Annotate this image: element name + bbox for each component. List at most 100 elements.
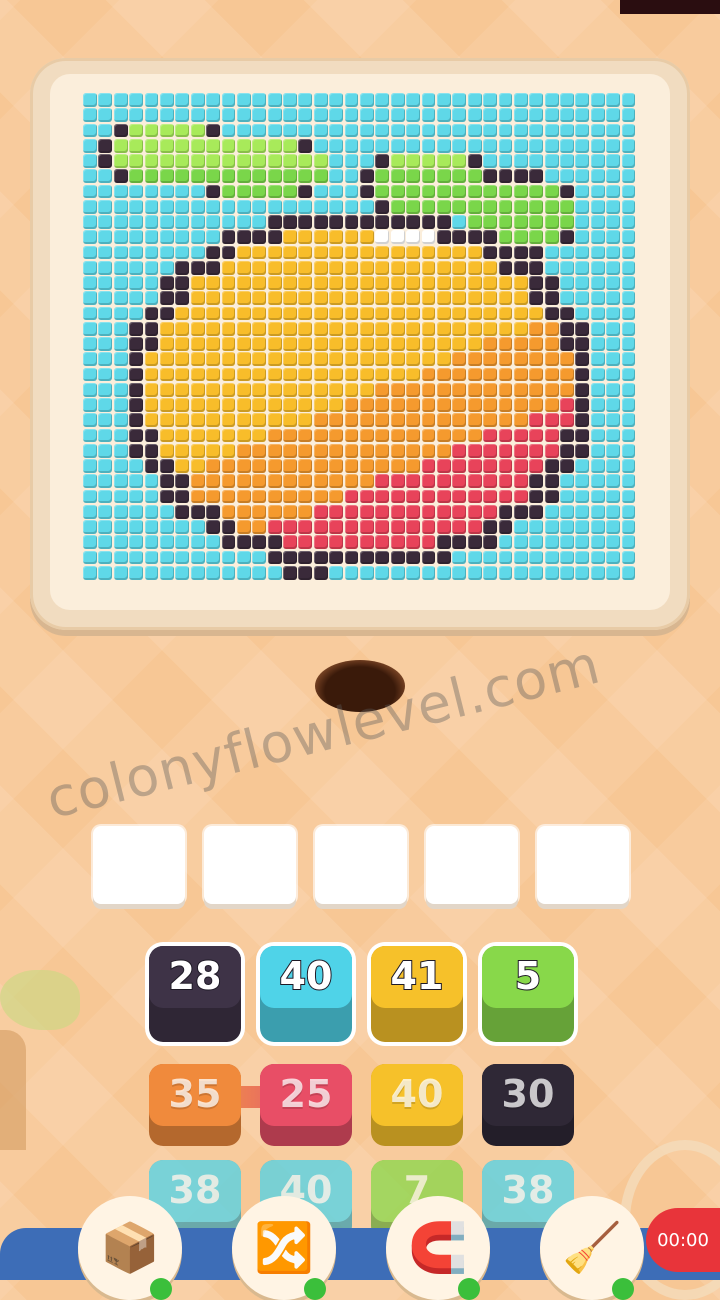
pixel-cell — [529, 169, 544, 183]
slot-4[interactable] — [426, 826, 518, 904]
pixel-cell — [236, 169, 251, 183]
pixel-cell — [83, 520, 97, 534]
screen-recorder-timer[interactable]: 00:00 — [646, 1208, 720, 1272]
pixel-cell — [267, 215, 282, 229]
pixel-cell — [313, 93, 328, 107]
pixel-cell — [236, 138, 251, 153]
pixel-cell — [467, 306, 482, 321]
pixel-cell — [360, 138, 374, 153]
pixel-cell — [390, 382, 405, 397]
slot-2[interactable] — [204, 826, 296, 904]
pixel-cell — [267, 230, 282, 244]
pixel-cell — [406, 199, 421, 214]
pixel-cell — [529, 230, 544, 244]
block-count: 28 — [168, 953, 223, 999]
pixel-cell — [483, 276, 497, 290]
pixel-cell — [344, 504, 359, 519]
pixel-cell — [221, 398, 236, 412]
pixel-cell — [544, 108, 559, 122]
pixel-cell — [390, 199, 405, 214]
pixel-cell — [606, 138, 621, 153]
add-slot-button[interactable]: 📦 — [78, 1196, 182, 1300]
pixel-cell — [421, 550, 436, 565]
magnet-button[interactable]: 🧲 — [386, 1196, 490, 1300]
pixel-cell — [283, 565, 297, 580]
pixel-cell — [360, 459, 374, 473]
pixel-cell — [83, 321, 97, 336]
pixel-cell — [113, 535, 128, 549]
pixel-cell — [113, 123, 128, 138]
pixel-cell — [498, 184, 513, 199]
pixel-cell — [283, 169, 297, 183]
pixel-cell — [298, 443, 313, 458]
pixel-cell — [406, 306, 421, 321]
pixel-cell — [452, 520, 467, 534]
slot-5[interactable] — [537, 826, 629, 904]
pixel-cell — [344, 93, 359, 107]
pixel-cell — [298, 352, 313, 366]
pixel-cell — [98, 504, 113, 519]
color-block[interactable]: 41 — [371, 946, 463, 1042]
pixel-cell — [344, 489, 359, 504]
pixel-cell — [529, 245, 544, 260]
pixel-cell — [360, 550, 374, 565]
pixel-cell — [390, 550, 405, 565]
shuffle-button[interactable]: 🔀 — [232, 1196, 336, 1300]
pixel-cell — [113, 321, 128, 336]
pixel-cell — [236, 306, 251, 321]
pixel-cell — [83, 565, 97, 580]
color-block[interactable]: 40 — [260, 946, 352, 1042]
pixel-cell — [175, 520, 190, 534]
pixel-cell — [483, 337, 497, 351]
color-block[interactable]: 5 — [482, 946, 574, 1042]
pixel-cell — [98, 215, 113, 229]
pixel-cell — [621, 123, 636, 138]
pixel-cell — [513, 93, 528, 107]
pixel-cell — [298, 535, 313, 549]
pixel-cell — [421, 138, 436, 153]
pixel-cell — [221, 413, 236, 427]
pixel-cell — [498, 215, 513, 229]
pixel-cell — [298, 306, 313, 321]
pixel-cell — [190, 459, 205, 473]
pixel-cell — [529, 398, 544, 412]
pixel-cell — [560, 428, 574, 443]
block-count: 25 — [279, 1072, 333, 1116]
pixel-cell — [129, 443, 144, 458]
pixel-cell — [206, 154, 220, 168]
pixel-cell — [560, 489, 574, 504]
pixel-cell — [175, 337, 190, 351]
pixel-cell — [544, 276, 559, 290]
pixel-cell — [467, 337, 482, 351]
color-block[interactable]: 28 — [149, 946, 241, 1042]
pixel-cell — [529, 550, 544, 565]
pixel-cell — [329, 108, 344, 122]
pixel-cell — [344, 443, 359, 458]
pixel-cell — [390, 489, 405, 504]
pixel-cell — [621, 352, 636, 366]
pixel-cell — [283, 154, 297, 168]
pixel-cell — [159, 169, 174, 183]
pixel-cell — [390, 93, 405, 107]
pixel-cell — [606, 260, 621, 275]
pixel-cell — [206, 169, 220, 183]
pixel-cell — [144, 428, 159, 443]
pixel-cell — [159, 489, 174, 504]
pixel-cell — [544, 184, 559, 199]
pixel-cell — [344, 245, 359, 260]
pixel-cell — [344, 276, 359, 290]
pixel-cell — [113, 337, 128, 351]
pixel-cell — [221, 199, 236, 214]
pixel-cell — [190, 428, 205, 443]
pixel-cell — [159, 138, 174, 153]
slot-1[interactable] — [93, 826, 185, 904]
pixel-cell — [406, 291, 421, 305]
pixel-cell — [560, 565, 574, 580]
pixel-cell — [483, 138, 497, 153]
pixel-cell — [621, 565, 636, 580]
pixel-cell — [236, 489, 251, 504]
slot-3[interactable] — [315, 826, 407, 904]
badge-dot — [458, 1278, 480, 1300]
pixel-cell — [406, 352, 421, 366]
vacuum-button[interactable]: 🧹 — [540, 1196, 644, 1300]
